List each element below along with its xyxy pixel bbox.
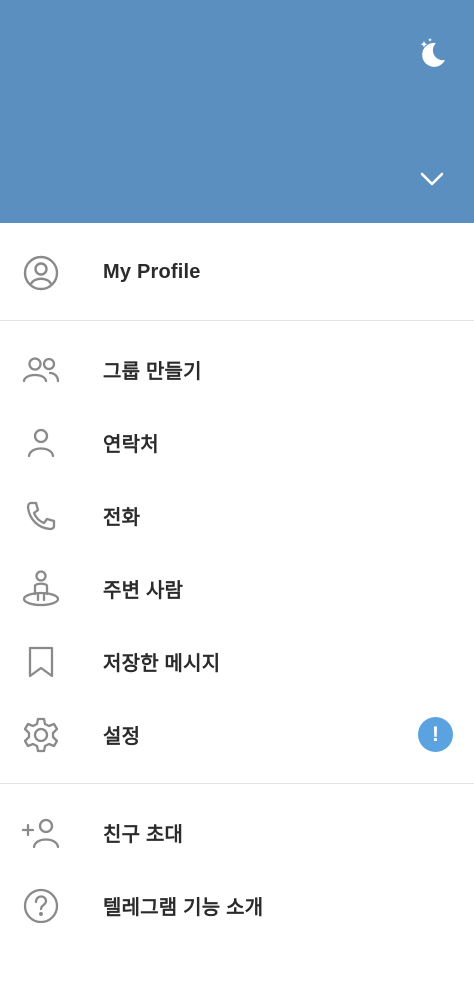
nearby-icon [21, 569, 61, 609]
profile-section: My Profile [0, 223, 474, 321]
menu-item-contacts[interactable]: 연락처 [0, 406, 474, 479]
menu-item-invite-friends[interactable]: 친구 초대 [0, 796, 474, 869]
menu-item-features[interactable]: 텔레그램 기능 소개 [0, 869, 474, 942]
menu-item-label: 설정 [103, 726, 141, 748]
moon-icon [414, 36, 450, 72]
menu-item-label: 전화 [103, 507, 141, 529]
add-person-icon [21, 813, 61, 853]
menu-item-settings[interactable]: 설정 ! [0, 698, 474, 771]
menu-item-my-profile[interactable]: My Profile [0, 236, 474, 309]
menu-item-label: 주변 사람 [103, 580, 184, 602]
profile-circle-icon [21, 253, 61, 293]
main-menu-section: 그룹 만들기 연락처 전화 주변 사람 저장한 메시지 설정 ! [0, 321, 474, 784]
phone-icon [21, 496, 61, 536]
bookmark-icon [21, 642, 61, 682]
menu-item-calls[interactable]: 전화 [0, 479, 474, 552]
gear-icon [21, 715, 61, 755]
menu-item-label: 저장한 메시지 [103, 653, 221, 675]
menu-item-label: 그룹 만들기 [103, 361, 202, 383]
group-icon [21, 350, 61, 390]
menu-item-new-group[interactable]: 그룹 만들기 [0, 333, 474, 406]
person-icon [21, 423, 61, 463]
question-icon [21, 886, 61, 926]
drawer-header [0, 0, 474, 223]
chevron-down-icon [420, 172, 444, 186]
menu-item-label: 텔레그램 기능 소개 [103, 897, 264, 919]
settings-alert-badge: ! [418, 717, 453, 752]
menu-item-label: 연락처 [103, 434, 159, 456]
theme-toggle-button[interactable] [412, 34, 452, 74]
menu-item-saved-messages[interactable]: 저장한 메시지 [0, 625, 474, 698]
footer-menu-section: 친구 초대 텔레그램 기능 소개 [0, 784, 474, 942]
menu-item-label: 친구 초대 [103, 824, 184, 846]
account-expand-button[interactable] [416, 165, 448, 193]
menu-item-people-nearby[interactable]: 주변 사람 [0, 552, 474, 625]
menu-item-label: My Profile [103, 261, 201, 283]
